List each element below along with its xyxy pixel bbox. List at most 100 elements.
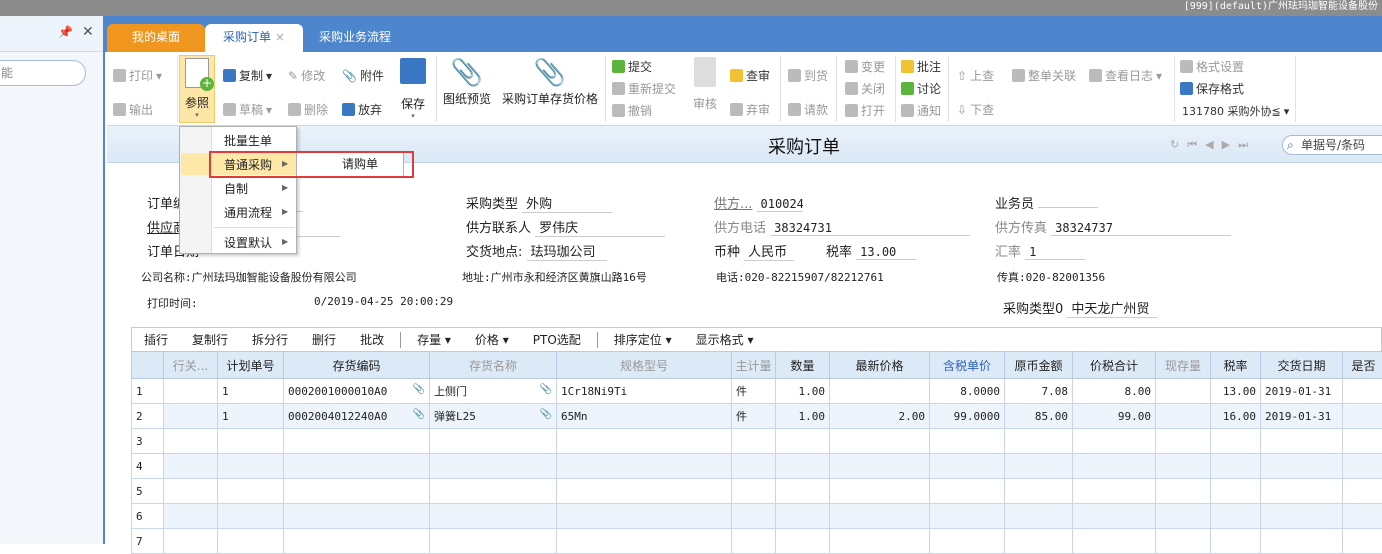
notify-button[interactable]: 通知 — [901, 102, 941, 119]
table-cell[interactable]: 2019-01-31 — [1261, 404, 1343, 429]
table-cell[interactable] — [830, 479, 930, 504]
table-cell[interactable] — [776, 529, 830, 554]
table-cell[interactable] — [164, 429, 218, 454]
table-cell[interactable]: 65Mn — [557, 404, 732, 429]
table-cell[interactable] — [430, 529, 557, 554]
arrival-button[interactable]: 到货 — [788, 67, 828, 84]
table-row[interactable]: 7 — [132, 529, 1382, 554]
table-cell[interactable] — [1005, 504, 1073, 529]
table-cell[interactable] — [830, 429, 930, 454]
table-cell[interactable] — [1073, 504, 1156, 529]
table-cell[interactable] — [732, 454, 776, 479]
table-cell[interactable] — [1211, 429, 1261, 454]
tab-my-desktop[interactable]: 我的桌面 — [107, 24, 205, 52]
table-cell[interactable] — [284, 429, 430, 454]
table-cell[interactable] — [830, 379, 930, 404]
close-icon[interactable]: ✕ — [82, 24, 94, 40]
record-navigation[interactable]: ↻⏮◀▶⏭ — [1170, 138, 1272, 152]
table-cell[interactable] — [930, 479, 1005, 504]
row-number[interactable]: 5 — [132, 479, 164, 504]
table-cell[interactable] — [1343, 479, 1382, 504]
column-header[interactable]: 规格型号 — [557, 352, 732, 379]
table-cell[interactable] — [1211, 504, 1261, 529]
row-number[interactable]: 7 — [132, 529, 164, 554]
resubmit-button[interactable]: 重新提交 — [612, 80, 676, 97]
table-cell[interactable] — [218, 454, 284, 479]
save-format-button[interactable]: 保存格式 — [1180, 80, 1244, 97]
table-row[interactable]: 4 — [132, 454, 1382, 479]
payment-request-button[interactable]: 请款 — [788, 101, 828, 118]
table-cell[interactable] — [1156, 454, 1211, 479]
table-cell[interactable] — [776, 479, 830, 504]
table-cell[interactable] — [930, 454, 1005, 479]
row-number[interactable]: 2 — [132, 404, 164, 429]
document-search-input[interactable]: ⌕单据号/条码 — [1282, 135, 1382, 155]
table-cell[interactable] — [557, 504, 732, 529]
table-cell[interactable] — [164, 404, 218, 429]
table-cell[interactable] — [218, 529, 284, 554]
table-cell[interactable] — [1343, 429, 1382, 454]
reference-button[interactable]: + 参照 ▾ — [179, 55, 215, 123]
table-cell[interactable] — [1261, 504, 1343, 529]
attachment-icon[interactable]: 📎 — [540, 409, 552, 420]
menu-search-input[interactable]: 能 — [0, 60, 86, 86]
column-header[interactable]: 交货日期 — [1261, 352, 1343, 379]
down-query-button[interactable]: ⇩下查 — [957, 101, 994, 118]
grid-toolbar-button[interactable]: 复制行 — [180, 331, 240, 348]
table-cell[interactable] — [164, 504, 218, 529]
unaudit-button[interactable]: 弃审 — [730, 101, 770, 118]
exchange-rate-field[interactable]: 汇率 1 — [995, 241, 1085, 260]
attachment-icon[interactable]: 📎 — [413, 409, 425, 420]
row-number[interactable]: 6 — [132, 504, 164, 529]
grid-toolbar-button[interactable]: 批改 — [348, 331, 396, 348]
table-cell[interactable] — [430, 454, 557, 479]
table-cell[interactable] — [1073, 529, 1156, 554]
table-cell[interactable] — [776, 454, 830, 479]
table-cell[interactable] — [1261, 454, 1343, 479]
row-number[interactable]: 3 — [132, 429, 164, 454]
table-cell[interactable] — [218, 479, 284, 504]
refresh-icon[interactable]: ↻ — [1170, 138, 1187, 151]
close-tab-icon[interactable]: × — [275, 30, 285, 44]
table-cell[interactable] — [284, 504, 430, 529]
grid-toolbar-button[interactable]: 排序定位 ▾ — [602, 331, 684, 348]
save-button[interactable]: 保存▾ — [399, 58, 427, 120]
table-cell[interactable]: 16.00 — [1211, 404, 1261, 429]
table-cell[interactable]: 1 — [218, 404, 284, 429]
table-cell[interactable] — [1156, 529, 1211, 554]
table-cell[interactable] — [557, 529, 732, 554]
table-row[interactable]: 110002001000010A0📎上侧门📎1Cr18Ni9Ti件1.008.0… — [132, 379, 1382, 404]
po-stock-price-button[interactable]: 📎采购订单存货价格 — [500, 58, 600, 107]
table-cell[interactable] — [1156, 404, 1211, 429]
check-audit-button[interactable]: 查审 — [730, 67, 770, 84]
grid-toolbar-button[interactable]: 拆分行 — [240, 331, 300, 348]
copy-button[interactable]: 复制 ▾ — [223, 67, 272, 84]
table-cell[interactable] — [1343, 529, 1382, 554]
table-cell[interactable] — [930, 429, 1005, 454]
table-cell[interactable] — [776, 504, 830, 529]
table-cell[interactable] — [1261, 429, 1343, 454]
open-order-button[interactable]: 打开 — [845, 102, 885, 119]
table-cell[interactable] — [1261, 479, 1343, 504]
table-cell[interactable] — [830, 504, 930, 529]
table-cell[interactable] — [732, 529, 776, 554]
row-number[interactable]: 1 — [132, 379, 164, 404]
table-cell[interactable] — [1073, 429, 1156, 454]
purchase-type0-field[interactable]: 采购类型0 中天龙广州贸 — [1003, 298, 1157, 318]
column-header[interactable]: 税率 — [1211, 352, 1261, 379]
table-cell[interactable] — [930, 529, 1005, 554]
revoke-button[interactable]: 撤销 — [612, 102, 652, 119]
drawing-preview-button[interactable]: 📎图纸预览 — [442, 58, 492, 107]
close-order-button[interactable]: 关闭 — [845, 80, 885, 97]
grid-toolbar-button[interactable]: 存量 ▾ — [405, 331, 463, 348]
column-header[interactable]: 是否 — [1343, 352, 1382, 379]
table-cell[interactable] — [164, 379, 218, 404]
table-cell[interactable] — [732, 429, 776, 454]
audit-button[interactable]: 审核 — [690, 57, 720, 112]
table-cell[interactable]: 件 — [732, 379, 776, 404]
table-cell[interactable] — [430, 429, 557, 454]
submit-button[interactable]: 提交 — [612, 58, 652, 75]
table-cell[interactable] — [1343, 504, 1382, 529]
table-cell[interactable] — [284, 479, 430, 504]
currency-field[interactable]: 币种 人民币 — [714, 241, 794, 261]
